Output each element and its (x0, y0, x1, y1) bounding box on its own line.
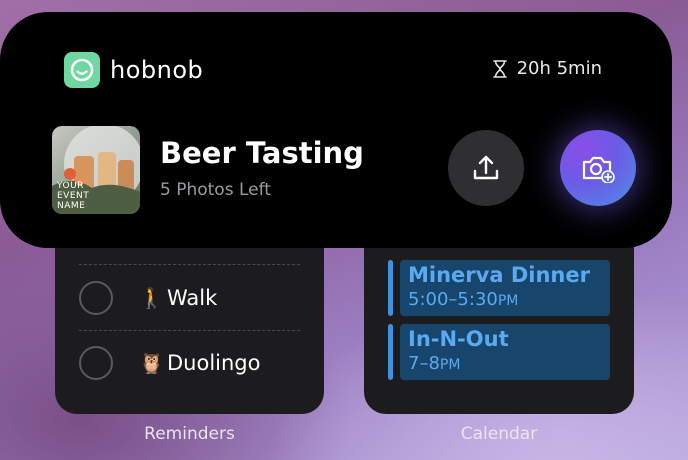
upload-button[interactable] (448, 130, 524, 206)
calendar-widget-label: Calendar (460, 424, 538, 444)
reminder-checkbox[interactable] (79, 346, 113, 380)
event-color-bar (388, 324, 393, 380)
event-title: In-N-Out (408, 327, 509, 351)
camera-add-icon (582, 156, 615, 183)
event-title: Minerva Dinner (408, 263, 590, 287)
event-time: 7–8PM (408, 353, 461, 374)
reminders-widget-label: Reminders (144, 424, 235, 444)
live-activity-banner[interactable]: hobnob 20h 5min YOUR EVENT NAME Beer Tas… (0, 12, 672, 248)
time-remaining: 20h 5min (492, 58, 602, 79)
reminder-label: Walk (167, 286, 218, 310)
camera-button[interactable] (560, 130, 636, 206)
walking-person-icon: 🚶 (139, 286, 164, 310)
reminder-item-walk[interactable]: 🚶 Walk (79, 278, 300, 318)
reminder-checkbox[interactable] (79, 281, 113, 315)
calendar-event[interactable]: Minerva Dinner 5:00–5:30PM (388, 260, 610, 316)
reminder-item-duolingo[interactable]: 🦉 Duolingo (79, 343, 300, 383)
thumbnail-caption: YOUR EVENT NAME (57, 181, 90, 211)
event-title: Beer Tasting (160, 136, 364, 170)
event-box: In-N-Out 7–8PM (400, 324, 610, 380)
owl-icon: 🦉 (139, 351, 164, 375)
reminder-divider (79, 330, 300, 331)
event-time: 5:00–5:30PM (408, 289, 519, 310)
photos-left: 5 Photos Left (160, 180, 271, 200)
timer-text: 20h 5min (516, 58, 602, 79)
reminder-label: Duolingo (167, 351, 261, 375)
upload-icon (473, 155, 499, 180)
event-thumbnail: YOUR EVENT NAME (52, 126, 140, 214)
hobnob-logo-icon (64, 52, 100, 88)
app-name: hobnob (110, 56, 204, 84)
event-box: Minerva Dinner 5:00–5:30PM (400, 260, 610, 316)
event-color-bar (388, 260, 393, 316)
calendar-event[interactable]: In-N-Out 7–8PM (388, 324, 610, 380)
hourglass-icon (492, 59, 507, 78)
reminder-divider (79, 264, 300, 265)
